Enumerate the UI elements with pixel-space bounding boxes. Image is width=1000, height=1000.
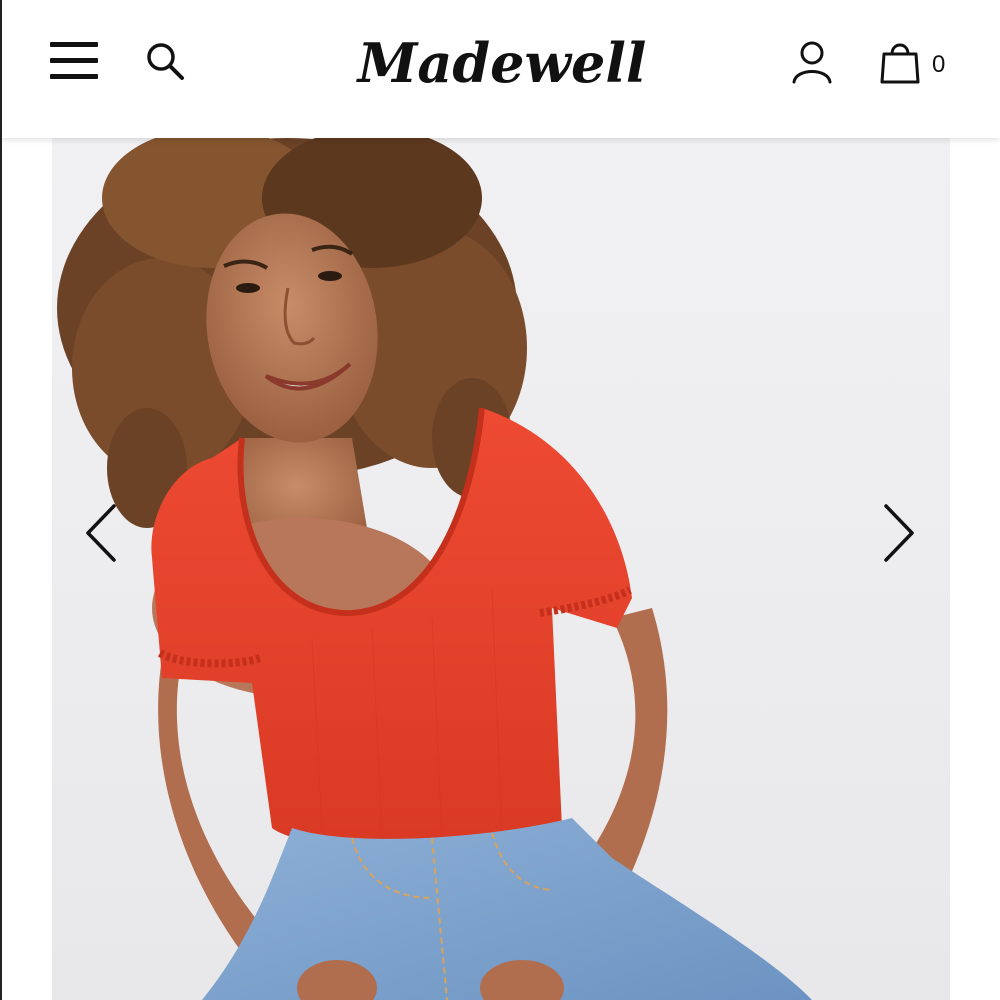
product-page: Madewell 0 xyxy=(0,0,1000,1000)
search-icon xyxy=(147,43,184,80)
shopping-bag-icon xyxy=(880,43,920,84)
brand-wordmark: Madewell xyxy=(356,31,647,95)
menu-button[interactable] xyxy=(48,40,102,82)
account-button[interactable] xyxy=(788,38,836,86)
product-photo xyxy=(57,138,812,1000)
madewell-logo: Madewell xyxy=(356,31,647,95)
chevron-right-icon xyxy=(884,504,914,562)
red-top xyxy=(151,407,632,847)
menu-icon-bar xyxy=(50,42,98,47)
account-icon xyxy=(792,41,832,84)
menu-icon-bar xyxy=(50,58,98,63)
search-button[interactable] xyxy=(142,38,188,84)
bag-count: 0 xyxy=(932,51,946,78)
window-edge xyxy=(0,0,2,1000)
site-header: Madewell 0 xyxy=(2,0,1000,138)
brand-logo[interactable]: Madewell xyxy=(352,22,652,106)
product-image-carousel[interactable] xyxy=(52,138,950,1000)
carousel-next-button[interactable] xyxy=(874,498,924,568)
shopping-bag-button[interactable] xyxy=(878,38,922,86)
chevron-left-icon xyxy=(86,504,116,562)
menu-icon-bar xyxy=(50,74,98,79)
carousel-prev-button[interactable] xyxy=(76,498,126,568)
